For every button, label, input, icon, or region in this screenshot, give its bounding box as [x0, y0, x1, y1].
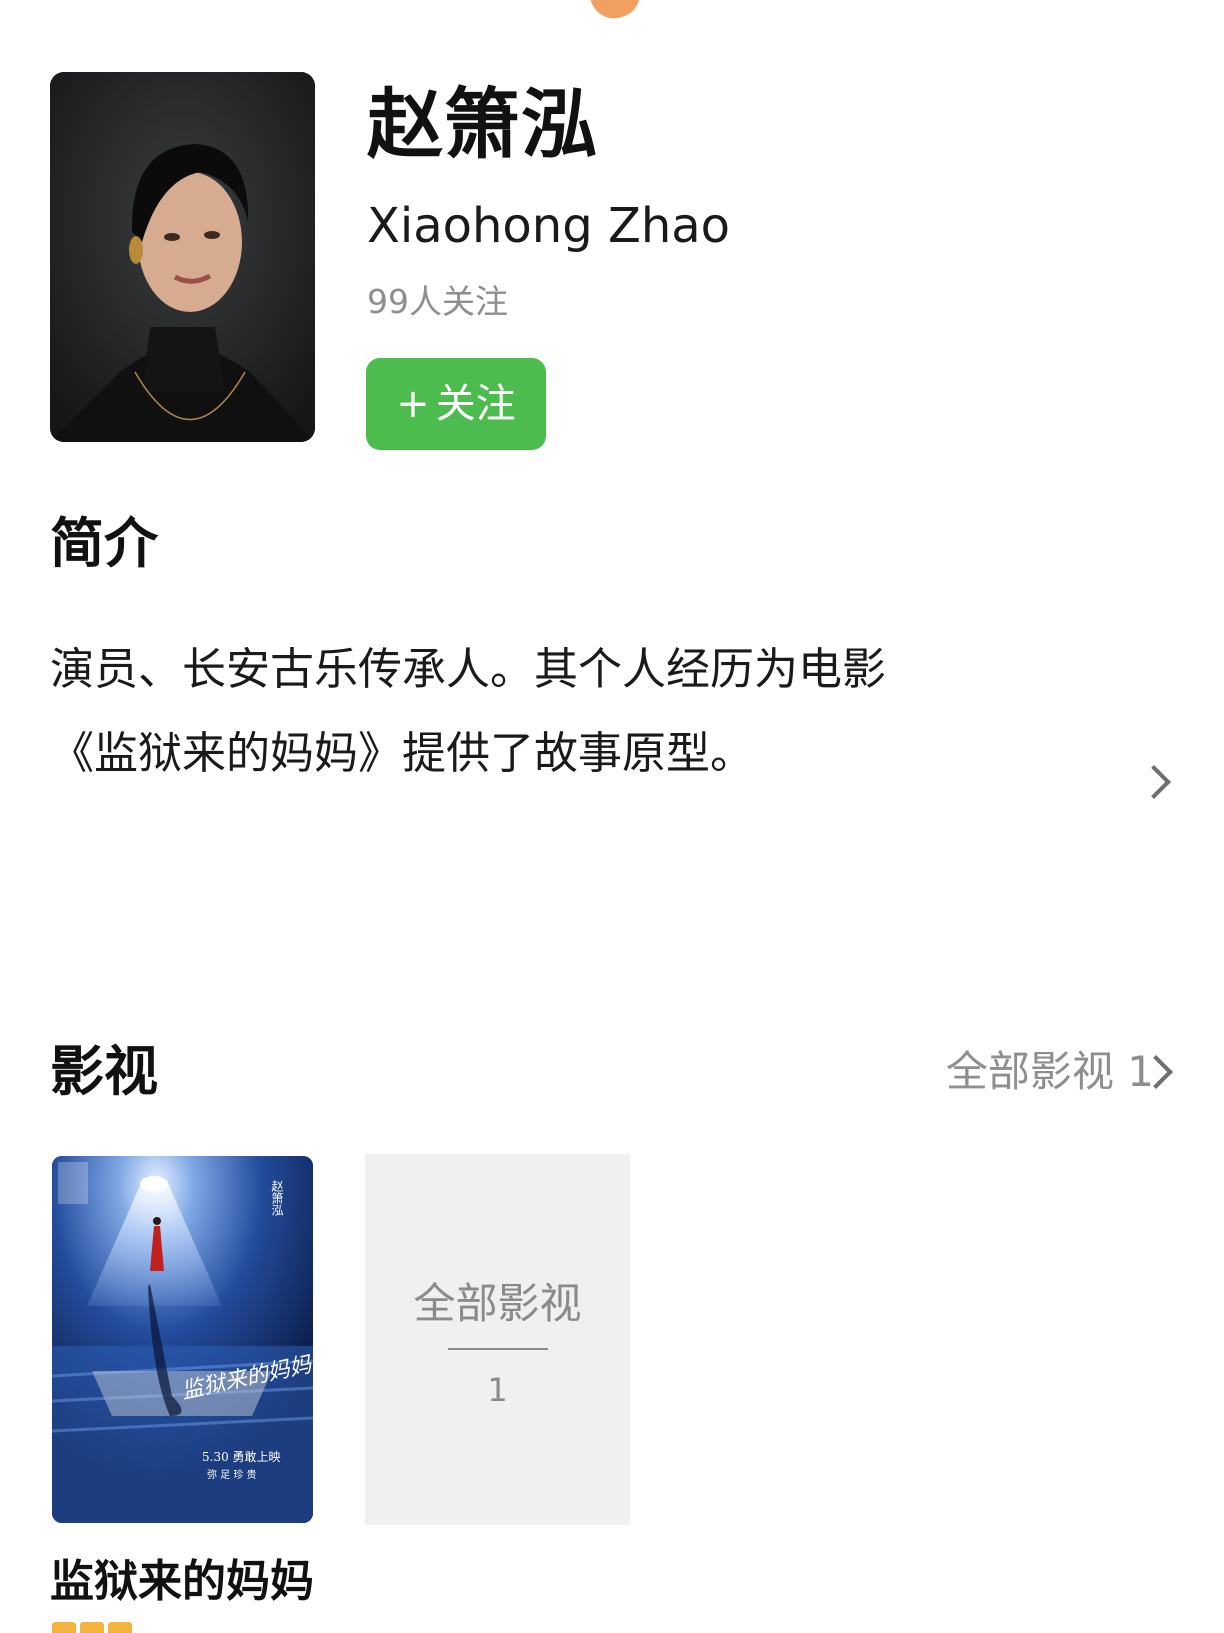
star-icon [80, 1622, 104, 1633]
all-works-link[interactable]: 全部影视 1 [946, 1044, 1154, 1100]
follow-button[interactable]: + 关注 [366, 358, 546, 450]
top-accent-decoration [583, 0, 647, 26]
avatar [50, 72, 315, 442]
plus-icon: + [396, 381, 430, 427]
intro-line: 演员、长安古乐传承人。其个人经历为电影 [50, 644, 886, 695]
follow-button-label: 关注 [435, 381, 516, 427]
rating-stars [52, 1622, 172, 1633]
poster-tagline-text: 弥 足 珍 贵 [207, 1468, 257, 1481]
all-works-card-divider [448, 1348, 548, 1350]
intro-chevron-right-icon[interactable] [1137, 765, 1171, 799]
all-works-card-label: 全部影视 [413, 1279, 582, 1328]
intro-section-title: 简介 [50, 512, 158, 575]
poster-release-text: 5.30 勇敢上映 [202, 1450, 281, 1464]
movie-title[interactable]: 监狱来的妈妈 [50, 1552, 314, 1612]
all-works-card[interactable]: 全部影视 1 [365, 1154, 630, 1525]
movie-poster[interactable]: 赵箫泓 监狱来的妈妈 5.30 勇敢上映 弥 足 珍 贵 [52, 1156, 313, 1523]
follower-count: 99人关注 [367, 282, 508, 321]
poster-credit-text: 赵箫泓 [270, 1180, 284, 1216]
intro-line: 《监狱来的妈妈》提供了故事原型。 [50, 728, 754, 779]
artist-name-english: Xiaohong Zhao [367, 198, 731, 254]
works-section-title: 影视 [50, 1040, 158, 1103]
all-works-card-count: 1 [487, 1371, 508, 1409]
star-icon [108, 1622, 132, 1633]
star-icon [52, 1622, 76, 1633]
intro-text[interactable]: 演员、长安古乐传承人。其个人经历为电影 《监狱来的妈妈》提供了故事原型。 [50, 628, 1070, 796]
artist-name-chinese: 赵箫泓 [367, 80, 598, 169]
